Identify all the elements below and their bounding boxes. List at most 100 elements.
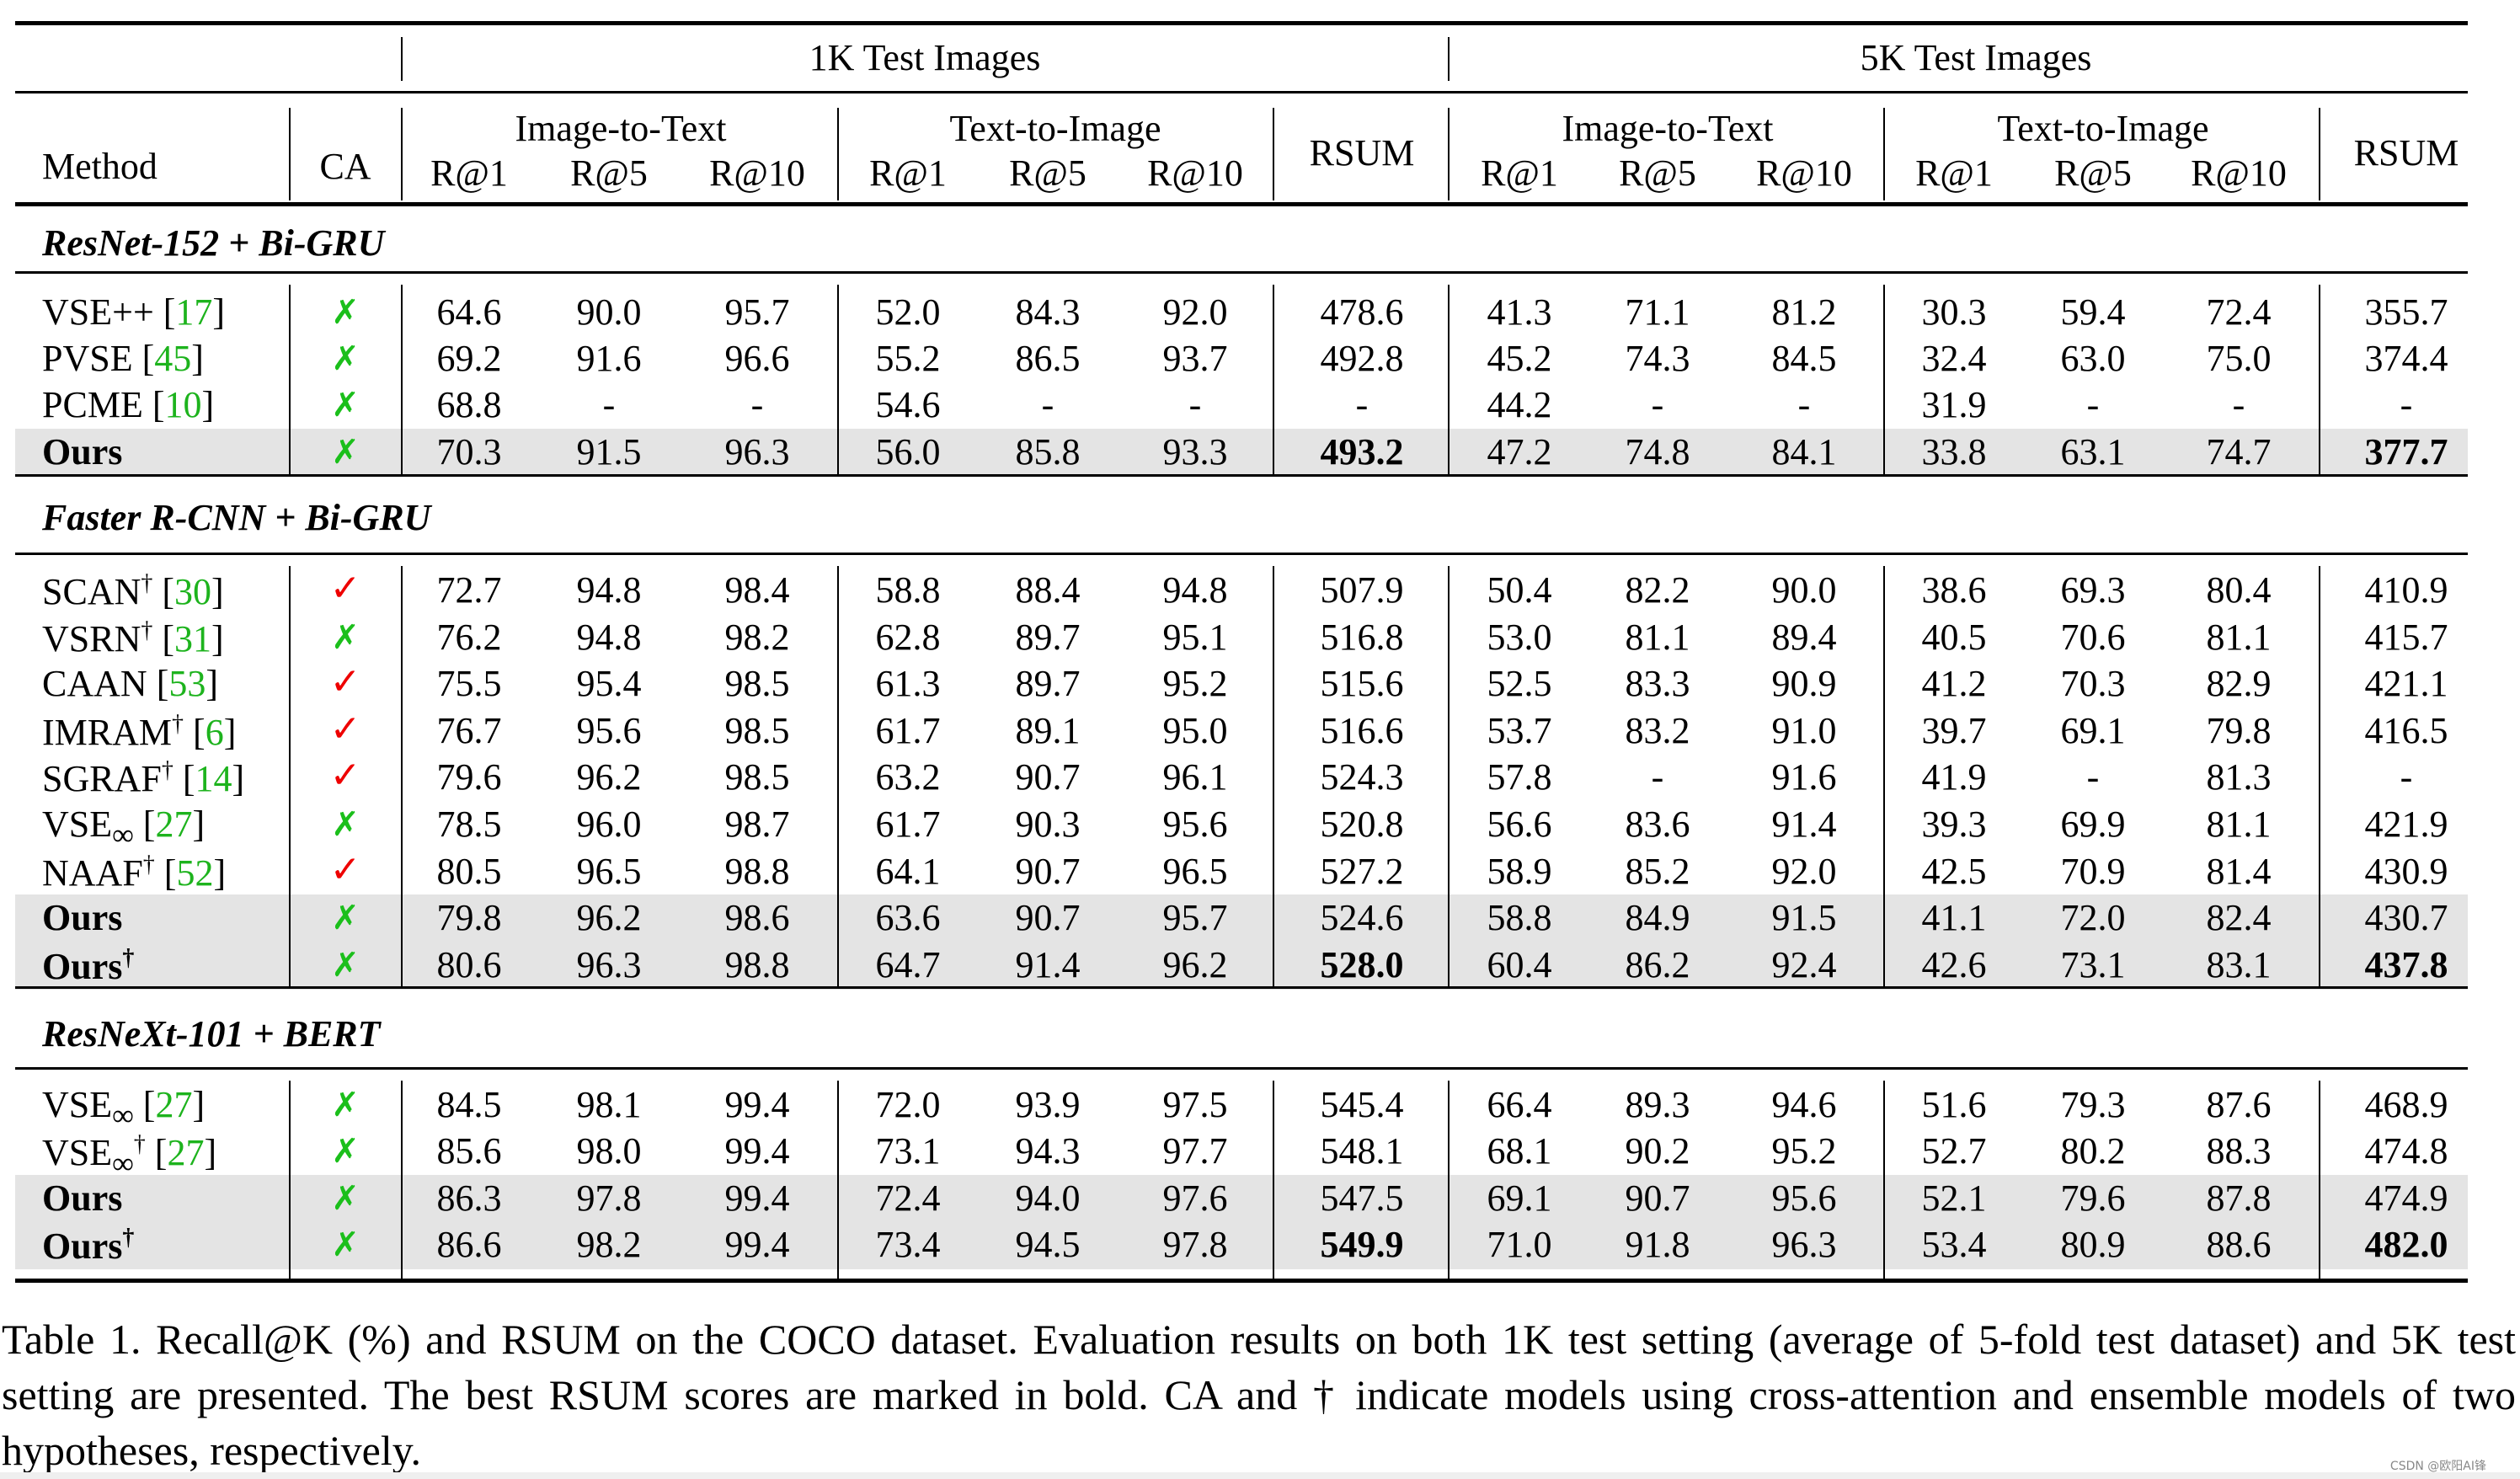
- recall-value: 82.9: [2206, 663, 2272, 705]
- group-rule: [15, 553, 2468, 555]
- recall-value: 70.3: [436, 430, 502, 473]
- citation-link[interactable]: 10: [164, 384, 201, 425]
- citation-link[interactable]: 14: [195, 758, 232, 799]
- header-metric: R@10: [2191, 152, 2287, 194]
- recall-value: 95.0: [1162, 709, 1228, 751]
- recall-value: 41.3: [1487, 291, 1552, 333]
- recall-value: 50.4: [1487, 569, 1552, 611]
- recall-value: 70.3: [2060, 663, 2126, 705]
- citation-link[interactable]: 53: [168, 663, 206, 704]
- recall-value: 86.6: [436, 1224, 502, 1266]
- method-name: VSE∞ [27]: [42, 804, 206, 852]
- method-name: NAAF† [52]: [42, 851, 227, 894]
- recall-value: 96.3: [576, 943, 642, 985]
- recall-value: 66.4: [1487, 1084, 1552, 1125]
- recall-value: 84.5: [1771, 338, 1837, 380]
- citation-link[interactable]: 27: [155, 804, 192, 845]
- recall-value: 64.1: [875, 850, 941, 892]
- citation-link[interactable]: 30: [174, 571, 211, 612]
- citation-link[interactable]: 6: [206, 712, 224, 753]
- group-rule: [15, 1067, 2468, 1070]
- recall-value: 90.7: [1015, 756, 1081, 798]
- recall-value: 78.5: [436, 804, 502, 845]
- recall-value: 81.4: [2206, 850, 2272, 892]
- recall-value: 33.8: [1921, 430, 1987, 473]
- method-name: CAAN [53]: [42, 663, 218, 705]
- recall-value: 88.4: [1015, 569, 1081, 611]
- recall-value: 71.1: [1625, 291, 1690, 333]
- paper-table-page: 1K Test Images 5K Test Images Method CA …: [0, 0, 2520, 1479]
- rsum-value: 524.3: [1320, 756, 1404, 798]
- method-label: VSE: [42, 804, 113, 845]
- recall-value: 96.2: [1162, 943, 1228, 985]
- header-metric: R@10: [709, 152, 805, 194]
- column-divider: [837, 566, 839, 986]
- method-name: VSE∞ [27]: [42, 1084, 206, 1132]
- cross-mark-icon: ✗: [331, 386, 360, 425]
- recall-value: 95.7: [724, 291, 790, 333]
- recall-value: 90.2: [1625, 1130, 1690, 1172]
- header-ca: CA: [319, 146, 371, 187]
- recall-value: 97.6: [1162, 1177, 1228, 1219]
- recall-value: 89.7: [1015, 616, 1081, 658]
- citation-link[interactable]: 17: [175, 291, 212, 333]
- recall-value: 84.1: [1771, 430, 1837, 473]
- method-label: SCAN: [42, 571, 141, 612]
- recall-value: 80.9: [2060, 1224, 2126, 1266]
- rsum-value: 474.9: [2364, 1177, 2448, 1219]
- dagger-mark: †: [122, 944, 135, 971]
- recall-value: 97.5: [1162, 1084, 1228, 1125]
- rsum-value: 492.8: [1320, 338, 1404, 380]
- recall-value: 62.8: [875, 616, 941, 658]
- citation-link[interactable]: 27: [167, 1132, 204, 1173]
- cross-mark-icon: ✗: [331, 1225, 360, 1265]
- recall-value: 81.2: [1771, 291, 1837, 333]
- rsum-value: 547.5: [1320, 1177, 1404, 1219]
- method-label: Ours: [42, 897, 123, 939]
- recall-value: 91.0: [1771, 709, 1837, 751]
- recall-value: 79.3: [2060, 1084, 2126, 1125]
- rsum-value: 421.1: [2364, 663, 2448, 705]
- citation-link[interactable]: 45: [154, 338, 191, 379]
- header-5k-test-images: 5K Test Images: [1860, 37, 2092, 78]
- recall-value: -: [2232, 384, 2245, 426]
- recall-value: 89.7: [1015, 663, 1081, 705]
- recall-value: 91.6: [576, 338, 642, 380]
- recall-value: 69.2: [436, 338, 502, 380]
- method-name: Ours: [42, 433, 122, 471]
- method-name: Ours†: [42, 1226, 134, 1265]
- recall-value: 70.9: [2060, 850, 2126, 892]
- header-1k-text-to-image: Text-to-Image: [949, 108, 1161, 149]
- recall-value: 53.7: [1487, 709, 1552, 751]
- citation-link[interactable]: 31: [174, 618, 211, 659]
- rsum-value: 549.9: [1320, 1224, 1404, 1266]
- method-name: VSRN† [31]: [42, 617, 224, 659]
- recall-value: 59.4: [2060, 291, 2126, 333]
- recall-value: 96.3: [724, 430, 790, 473]
- rsum-value: 516.8: [1320, 616, 1404, 658]
- recall-value: 96.0: [576, 804, 642, 845]
- rsum-value: 430.7: [2364, 897, 2448, 939]
- rsum-value: 468.9: [2364, 1084, 2448, 1125]
- infinity-subscript: ∞: [112, 1146, 134, 1181]
- rsum-value: 430.9: [2364, 850, 2448, 892]
- recall-value: 98.2: [576, 1224, 642, 1266]
- recall-value: 82.4: [2206, 897, 2272, 939]
- header-1k-test-images: 1K Test Images: [809, 37, 1041, 78]
- method-label: PCME: [42, 384, 143, 426]
- recall-value: 95.2: [1771, 1130, 1837, 1172]
- method-name: Ours†: [42, 944, 135, 985]
- recall-value: 58.8: [1487, 897, 1552, 939]
- recall-value: 84.3: [1015, 291, 1081, 333]
- citation-link[interactable]: 27: [155, 1084, 192, 1125]
- recall-value: 88.6: [2206, 1224, 2272, 1266]
- rsum-value: 527.2: [1320, 850, 1404, 892]
- recall-value: 69.9: [2060, 804, 2126, 845]
- recall-value: -: [602, 384, 616, 426]
- recall-value: 61.7: [875, 709, 941, 751]
- rsum-value: 516.6: [1320, 709, 1404, 751]
- recall-value: 92.0: [1771, 850, 1837, 892]
- citation-link[interactable]: 52: [176, 852, 213, 894]
- recall-value: 73.1: [2060, 943, 2126, 985]
- recall-value: 74.3: [1625, 338, 1690, 380]
